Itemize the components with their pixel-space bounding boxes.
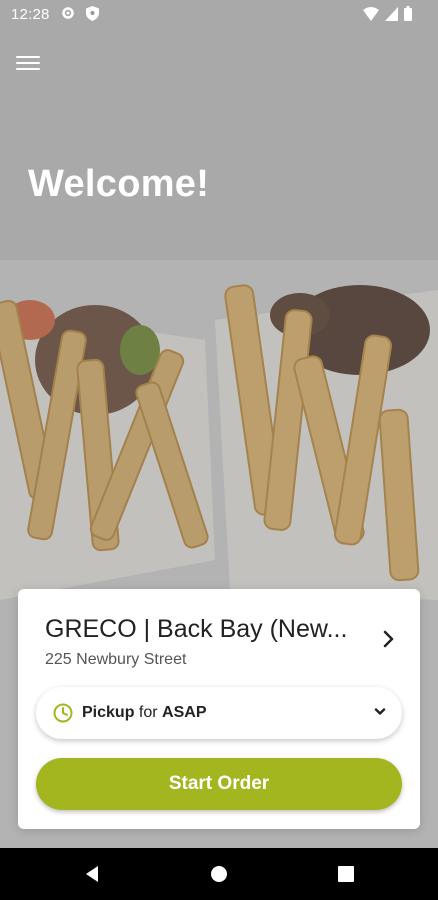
chevron-down-icon (374, 708, 386, 715)
app-screen: 12:28 Welcome! GRECO | Back Bay (New... … (0, 0, 438, 848)
welcome-heading: Welcome! (28, 163, 210, 205)
home-icon[interactable] (209, 864, 229, 884)
status-time: 12:28 (11, 6, 50, 23)
battery-icon (404, 6, 412, 21)
recents-icon[interactable] (336, 864, 356, 884)
status-bar: 12:28 (0, 0, 438, 30)
pickup-mode: Pickup (82, 704, 135, 721)
pickup-time-selector[interactable]: Pickup for ASAP (36, 687, 402, 739)
pickup-connector: for (138, 704, 158, 721)
store-card: GRECO | Back Bay (New... 225 Newbury Str… (18, 589, 420, 829)
clock-icon (53, 703, 73, 723)
chevron-right-icon[interactable] (382, 629, 396, 649)
pickup-time: ASAP (162, 704, 207, 721)
system-nav-bar (0, 848, 438, 900)
back-icon[interactable] (82, 864, 102, 884)
store-name[interactable]: GRECO | Back Bay (New... (45, 615, 347, 644)
wifi-icon (363, 6, 379, 21)
shield-icon (86, 6, 99, 21)
gear-icon (62, 7, 74, 19)
hamburger-menu-icon[interactable] (16, 52, 40, 72)
start-order-button[interactable]: Start Order (36, 758, 402, 810)
pickup-text: Pickup for ASAP (82, 704, 207, 722)
cell-signal-icon (385, 6, 398, 21)
store-address: 225 Newbury Street (45, 651, 187, 668)
